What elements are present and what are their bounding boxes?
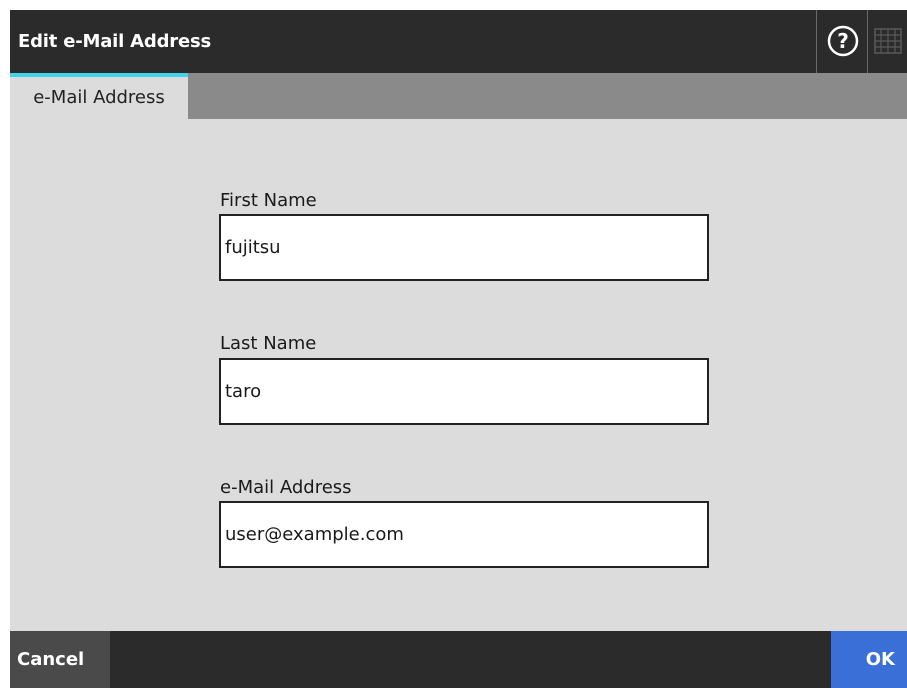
tab-label: e-Mail Address xyxy=(33,87,165,108)
title-bar: Edit e-Mail Address ? xyxy=(10,10,907,73)
last-name-label: Last Name xyxy=(220,333,317,354)
ok-button[interactable]: OK xyxy=(831,631,907,688)
svg-text:?: ? xyxy=(837,29,849,53)
last-name-field[interactable]: taro xyxy=(219,358,709,425)
first-name-field[interactable]: fujitsu xyxy=(219,214,709,281)
tab-email-address[interactable]: e-Mail Address xyxy=(10,73,188,119)
keyboard-button[interactable] xyxy=(868,10,907,73)
tab-strip: e-Mail Address xyxy=(10,73,907,119)
first-name-label: First Name xyxy=(220,190,317,211)
dialog-title: Edit e-Mail Address xyxy=(18,31,211,52)
help-icon: ? xyxy=(827,25,859,57)
bottom-bar: Cancel OK xyxy=(10,631,907,688)
email-label: e-Mail Address xyxy=(220,477,352,498)
email-field[interactable]: user@example.com xyxy=(219,501,709,568)
keyboard-icon xyxy=(874,28,902,54)
cancel-button[interactable]: Cancel xyxy=(10,631,110,688)
help-button[interactable]: ? xyxy=(816,10,868,73)
dialog-window: Edit e-Mail Address ? e-Mail Address Fir… xyxy=(10,10,907,688)
